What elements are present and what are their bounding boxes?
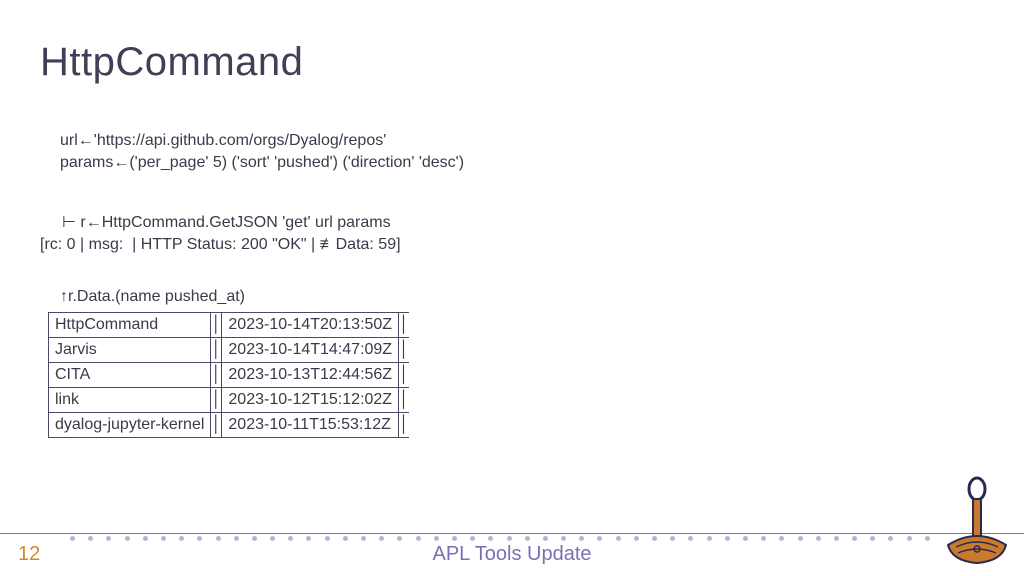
code-line: params←('per_page' 5) ('sort' 'pushed') … — [60, 154, 464, 171]
table-row: CITA │ 2023-10-13T12:44:56Z │ — [49, 363, 410, 388]
data-expression: ↑r.Data.(name pushed_at) — [60, 288, 245, 306]
table-row: dyalog-jupyter-kernel │ 2023-10-11T15:53… — [49, 413, 410, 438]
cell-name: link — [49, 388, 211, 413]
cell-ts: 2023-10-14T20:13:50Z — [222, 313, 399, 338]
code-line: url←'https://api.github.com/orgs/Dyalog/… — [60, 132, 386, 149]
cell-name: dyalog-jupyter-kernel — [49, 413, 211, 438]
output-line: [rc: 0 | msg: | HTTP Status: 200 "OK" | … — [40, 236, 401, 253]
slide: HttpCommand url←'https://api.github.com/… — [0, 0, 1024, 576]
page-title: HttpCommand — [40, 40, 303, 85]
table-row: link │ 2023-10-12T15:12:02Z │ — [49, 388, 410, 413]
cell-ts: 2023-10-14T14:47:09Z — [222, 338, 399, 363]
cell-name: HttpCommand — [49, 313, 211, 338]
footer-title: APL Tools Update — [0, 543, 1024, 566]
table-row: Jarvis │ 2023-10-14T14:47:09Z │ — [49, 338, 410, 363]
cell-name: Jarvis — [49, 338, 211, 363]
cell-ts: 2023-10-12T15:12:02Z — [222, 388, 399, 413]
cell-name: CITA — [49, 363, 211, 388]
footer-divider — [0, 533, 1024, 534]
code-block: url←'https://api.github.com/orgs/Dyalog/… — [60, 130, 464, 173]
cell-ts: 2023-10-11T15:53:12Z — [222, 413, 399, 438]
table-row: HttpCommand │ 2023-10-14T20:13:50Z │ — [49, 313, 410, 338]
cell-ts: 2023-10-13T12:44:56Z — [222, 363, 399, 388]
result-block: ⊢ r←HttpCommand.GetJSON 'get' url params… — [40, 212, 401, 255]
output-table: HttpCommand │ 2023-10-14T20:13:50Z │ Jar… — [48, 312, 409, 438]
code-line: ⊢ r←HttpCommand.GetJSON 'get' url params — [40, 212, 391, 234]
dyalog-hammer-icon — [942, 475, 1012, 570]
footer-dots — [70, 536, 930, 542]
